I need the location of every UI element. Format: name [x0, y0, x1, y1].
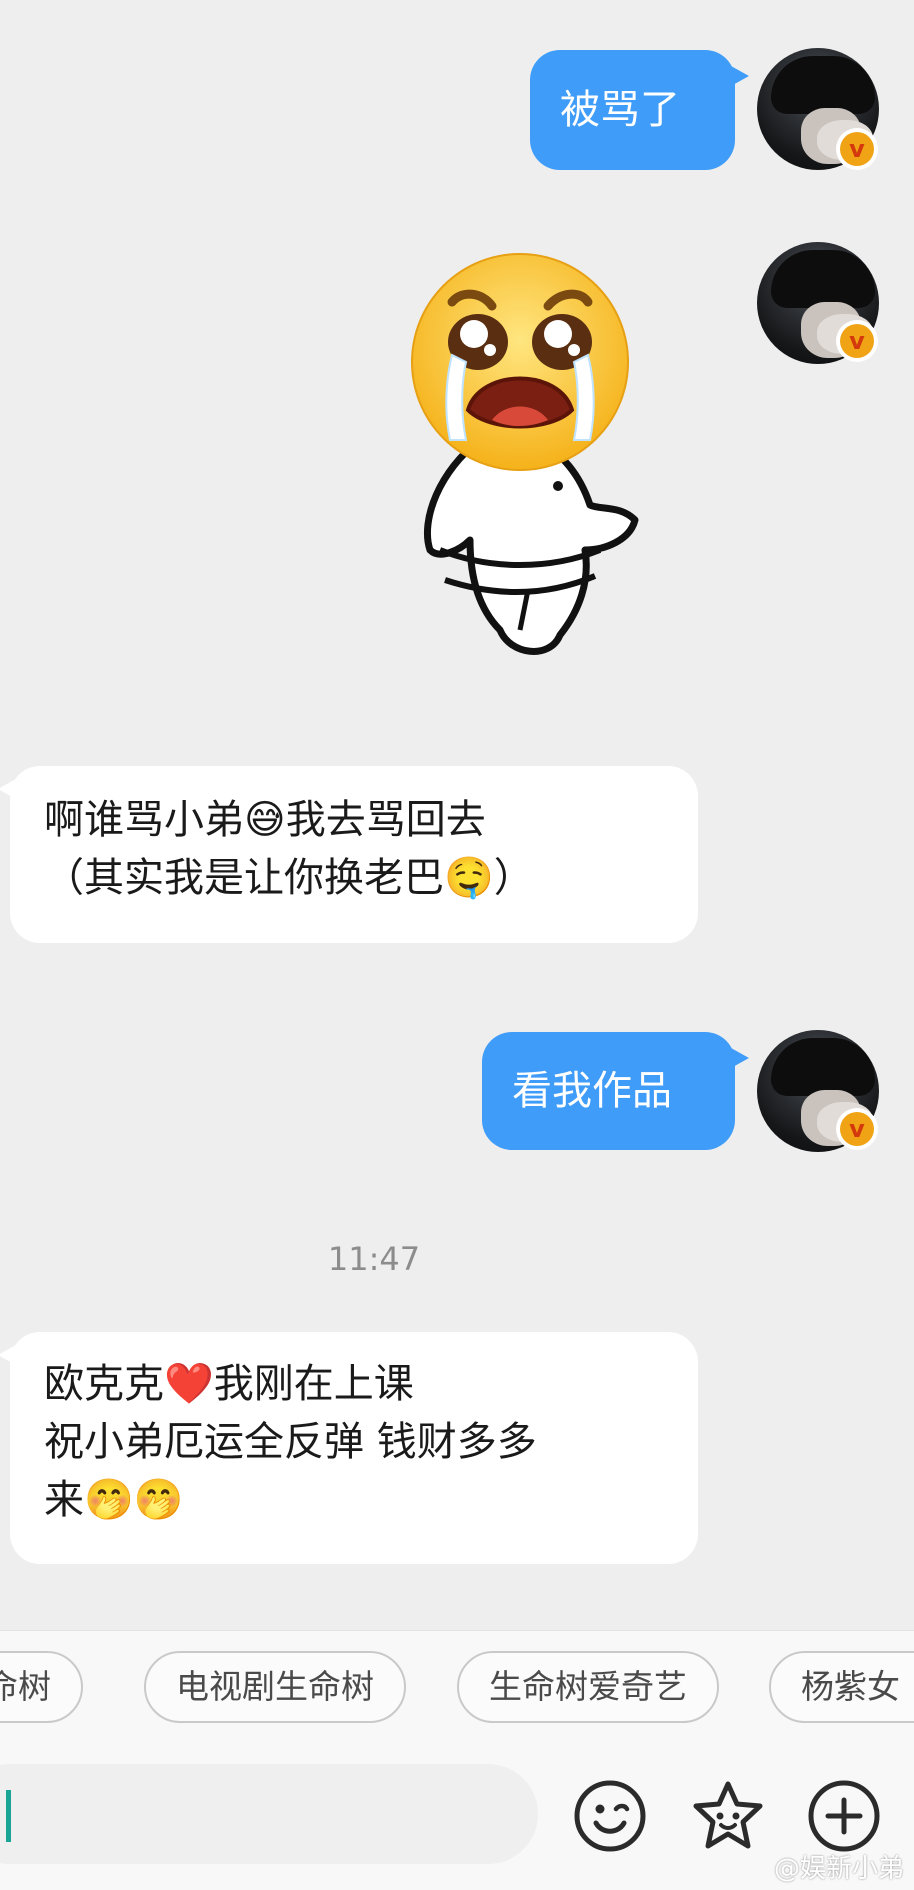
message-text-line: 啊谁骂小弟😅我去骂回去	[44, 797, 486, 843]
message-bubble-outgoing[interactable]: 看我作品	[482, 1032, 749, 1150]
message-bubble-outgoing[interactable]: 被骂了	[530, 50, 749, 170]
verified-badge-icon: v	[836, 1108, 878, 1150]
suggestion-chip[interactable]: 杨紫女	[769, 1651, 914, 1723]
message-text-line: 祝小弟厄运全反弹 钱财多多	[44, 1419, 537, 1465]
message-text: 被骂了	[560, 87, 680, 133]
suggestion-chip[interactable]: 生命树爱奇艺	[457, 1651, 719, 1723]
message-bubble-incoming[interactable]: 欧克克❤️我刚在上课 祝小弟厄运全反弹 钱财多多 来🤭🤭	[0, 1332, 698, 1564]
message-timestamp: 11:47	[327, 1240, 421, 1278]
message-text-line: 欧克克❤️我刚在上课	[44, 1361, 414, 1407]
message-bubble-incoming[interactable]: 啊谁骂小弟😅我去骂回去 （其实我是让你换老巴🤤）	[0, 766, 698, 943]
suggestion-bar[interactable]: 生命树 电视剧生命树 生命树爱奇艺 杨紫女	[0, 1630, 914, 1726]
verified-badge-icon: v	[836, 128, 878, 170]
emoji-icon[interactable]	[572, 1778, 648, 1854]
suggestion-chip[interactable]: 电视剧生命树	[144, 1651, 406, 1723]
message-text: 看我作品	[512, 1068, 672, 1114]
suggestion-chip[interactable]: 生命树	[0, 1651, 83, 1723]
message-text-line: 来🤭🤭	[44, 1477, 184, 1523]
chat-area[interactable]: 被骂了 v v 啊谁骂小弟😅我去骂回去 （其实我是让你换老巴🤤） 看我作品 v …	[0, 0, 914, 1630]
text-caret	[6, 1790, 11, 1842]
plus-icon[interactable]	[806, 1778, 882, 1854]
crying-angry-face-sticker[interactable]	[400, 250, 670, 670]
verified-badge-icon: v	[836, 320, 878, 362]
message-input[interactable]	[0, 1764, 538, 1864]
watermark: @娱新小弟	[773, 1854, 904, 1884]
message-text-line: （其实我是让你换老巴🤤）	[44, 855, 534, 901]
sticker-icon[interactable]	[690, 1778, 766, 1854]
